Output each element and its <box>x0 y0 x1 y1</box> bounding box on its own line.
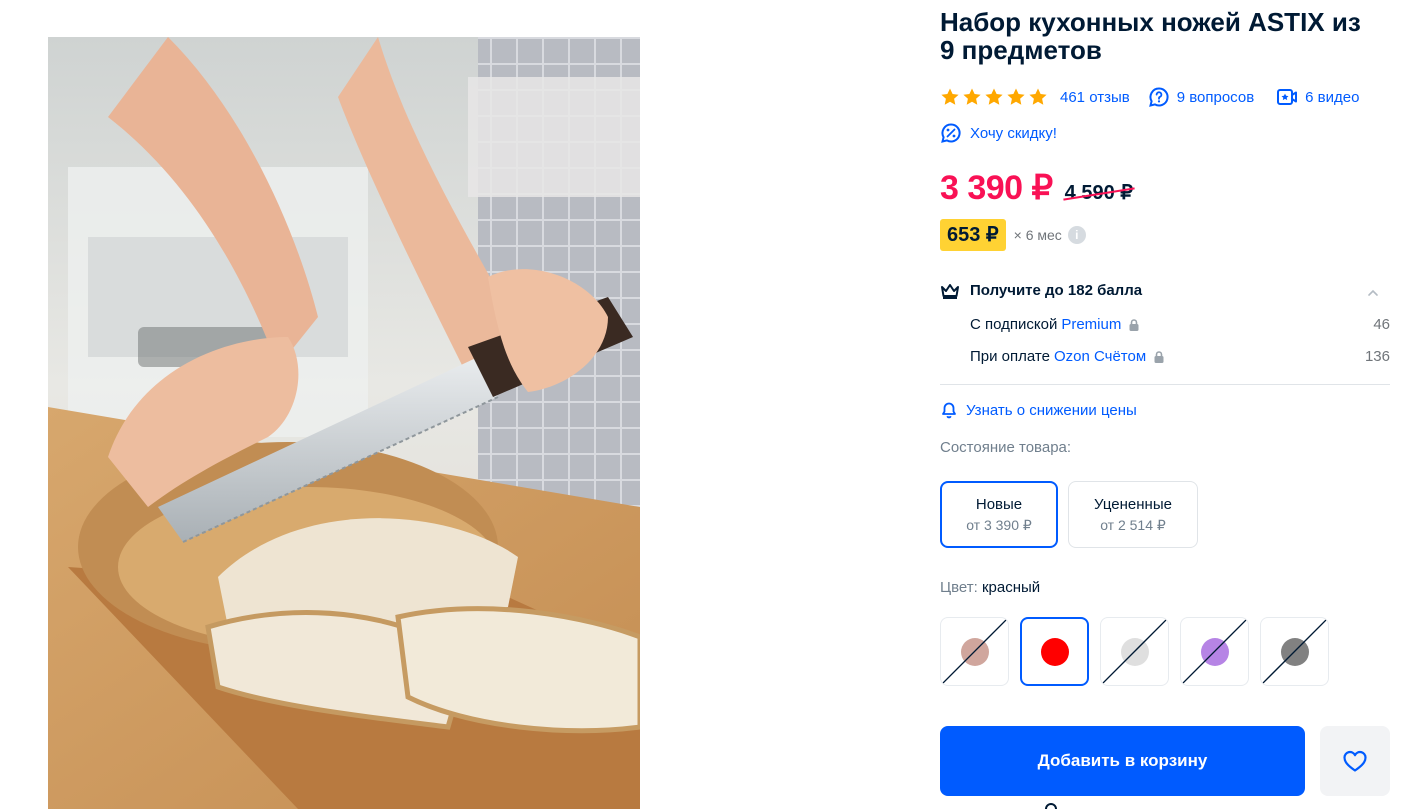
color-swatch-unavailable[interactable] <box>940 617 1009 686</box>
partial-icon <box>1045 803 1057 809</box>
points-title: Получите до 182 балла <box>970 282 1143 299</box>
heart-icon <box>1343 750 1367 772</box>
installment-price[interactable]: 653 ₽ <box>940 219 1006 251</box>
star-icon <box>1029 88 1047 105</box>
lock-icon <box>1129 318 1139 331</box>
points-header[interactable]: Получите до 182 балла <box>940 282 1390 299</box>
points-section: Получите до 182 балла С подпиской Premiu… <box>940 272 1390 385</box>
favorite-button[interactable] <box>1320 726 1390 796</box>
color-label: Цвет: красный <box>940 579 1040 596</box>
star-icon <box>985 88 1003 105</box>
rating-stars[interactable] <box>940 87 1048 107</box>
product-meta-row: 461 отзыв 9 вопросов 6 видео <box>940 86 1390 108</box>
condition-price: от 2 514 ₽ <box>1100 516 1166 533</box>
condition-option-discounted[interactable]: Уцененные от 2 514 ₽ <box>1068 481 1198 548</box>
color-swatch-unavailable[interactable] <box>1100 617 1169 686</box>
want-discount-link[interactable]: Хочу скидку! <box>940 122 1057 144</box>
discount-bubble-icon <box>941 123 961 143</box>
condition-label: Состояние товара: <box>940 439 1072 456</box>
add-to-cart-button[interactable]: Добавить в корзину <box>940 726 1305 796</box>
product-title: Набор кухонных ножей ASTIX из 9 предмето… <box>940 7 1361 65</box>
info-icon[interactable]: i <box>1067 226 1086 244</box>
old-price: 4 590 ₽ <box>1064 182 1134 204</box>
color-label-key: Цвет: <box>940 579 978 596</box>
current-price: 3 390 ₽ <box>940 169 1053 207</box>
installment-term: × 6 мес <box>1013 227 1062 243</box>
bell-icon <box>942 402 956 419</box>
condition-name: Уцененные <box>1094 495 1172 513</box>
product-image[interactable] <box>48 37 640 809</box>
condition-option-new[interactable]: Новые от 3 390 ₽ <box>940 481 1058 548</box>
points-line-premium: С подпиской Premium 46 <box>970 316 1390 333</box>
points-value: 46 <box>1373 316 1390 333</box>
question-bubble-icon <box>1148 87 1169 107</box>
installment-row: 653 ₽ × 6 мес i <box>940 219 1086 251</box>
ozon-account-link[interactable]: Ozon Счётом <box>1054 348 1146 365</box>
questions-label: 9 вопросов <box>1176 88 1255 106</box>
points-line-prefix: При оплате <box>970 348 1050 365</box>
chevron-up-icon[interactable] <box>1366 286 1380 300</box>
points-line-prefix: С подпиской <box>970 316 1058 333</box>
unavailable-slash-icon <box>942 619 1007 684</box>
unavailable-slash-icon <box>1102 619 1167 684</box>
videos-label: 6 видео <box>1305 88 1360 106</box>
condition-price: от 3 390 ₽ <box>966 516 1032 533</box>
price-drop-notify-label: Узнать о снижении цены <box>966 401 1137 419</box>
star-icon <box>941 88 959 105</box>
reviews-link[interactable]: 461 отзыв <box>1060 89 1130 106</box>
videos-link[interactable]: 6 видео <box>1276 86 1359 108</box>
video-icon <box>1277 89 1298 105</box>
crown-icon <box>941 283 959 299</box>
color-value: красный <box>981 579 1041 596</box>
product-page: Набор кухонных ножей ASTIX из 9 предмето… <box>0 0 1409 809</box>
star-icon <box>963 88 981 105</box>
questions-link[interactable]: 9 вопросов <box>1148 86 1254 108</box>
price-row: 3 390 ₽ 4 590 ₽ <box>940 168 1133 208</box>
price-drop-notify-link[interactable]: Узнать о снижении цены <box>940 401 1137 419</box>
premium-link[interactable]: Premium <box>1061 316 1121 333</box>
product-photo-illustration <box>48 37 640 809</box>
swatch-color-dot <box>1040 637 1069 666</box>
want-discount-label: Хочу скидку! <box>970 124 1057 142</box>
unavailable-slash-icon <box>1182 619 1247 684</box>
condition-name: Новые <box>975 495 1023 513</box>
lock-icon <box>1154 350 1164 363</box>
color-swatch-unavailable[interactable] <box>1260 617 1329 686</box>
color-swatch-unavailable[interactable] <box>1180 617 1249 686</box>
unavailable-slash-icon <box>1262 619 1327 684</box>
color-swatch-selected[interactable] <box>1020 617 1089 686</box>
points-value: 136 <box>1364 348 1390 365</box>
star-icon <box>1007 88 1025 105</box>
points-line-ozon-account: При оплате Ozon Счётом 136 <box>970 348 1390 365</box>
